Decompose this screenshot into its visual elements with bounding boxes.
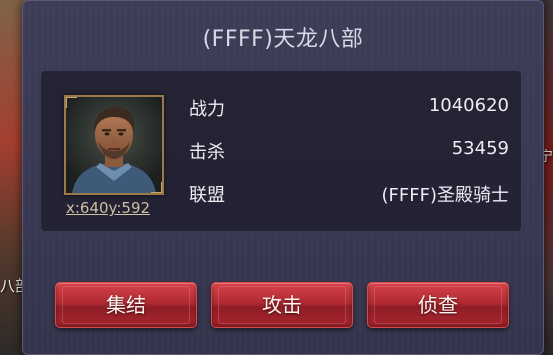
alliance-value: (FFFF)圣殿骑士 [381, 185, 509, 206]
stat-row-power: 战力 1040620 [189, 95, 509, 121]
player-coordinates-link[interactable]: x:640y:592 [66, 199, 150, 217]
scout-button[interactable]: 侦查 [367, 282, 509, 328]
stat-row-alliance: 联盟 (FFFF)圣殿骑士 [189, 181, 509, 207]
player-info-box: x:640y:592 战力 1040620 击杀 53459 联盟 (FFFF)… [41, 71, 521, 231]
stat-row-kills: 击杀 53459 [189, 138, 509, 164]
power-label: 战力 [189, 99, 225, 120]
game-screen: 八部 太宁 (FFFF)天龙八部 [0, 0, 553, 355]
player-portrait-image [66, 97, 162, 193]
dialog-title: (FFFF)天龙八部 [202, 27, 364, 52]
power-value: 1040620 [428, 95, 509, 116]
player-avatar[interactable] [64, 95, 164, 195]
kills-label: 击杀 [189, 142, 225, 163]
player-info-dialog: (FFFF)天龙八部 x:640y:592 战力 1040620 击杀 5345… [22, 0, 544, 355]
alliance-label: 联盟 [189, 185, 225, 206]
rally-button[interactable]: 集结 [55, 282, 197, 328]
kills-value: 53459 [451, 138, 509, 159]
attack-button[interactable]: 攻击 [211, 282, 353, 328]
